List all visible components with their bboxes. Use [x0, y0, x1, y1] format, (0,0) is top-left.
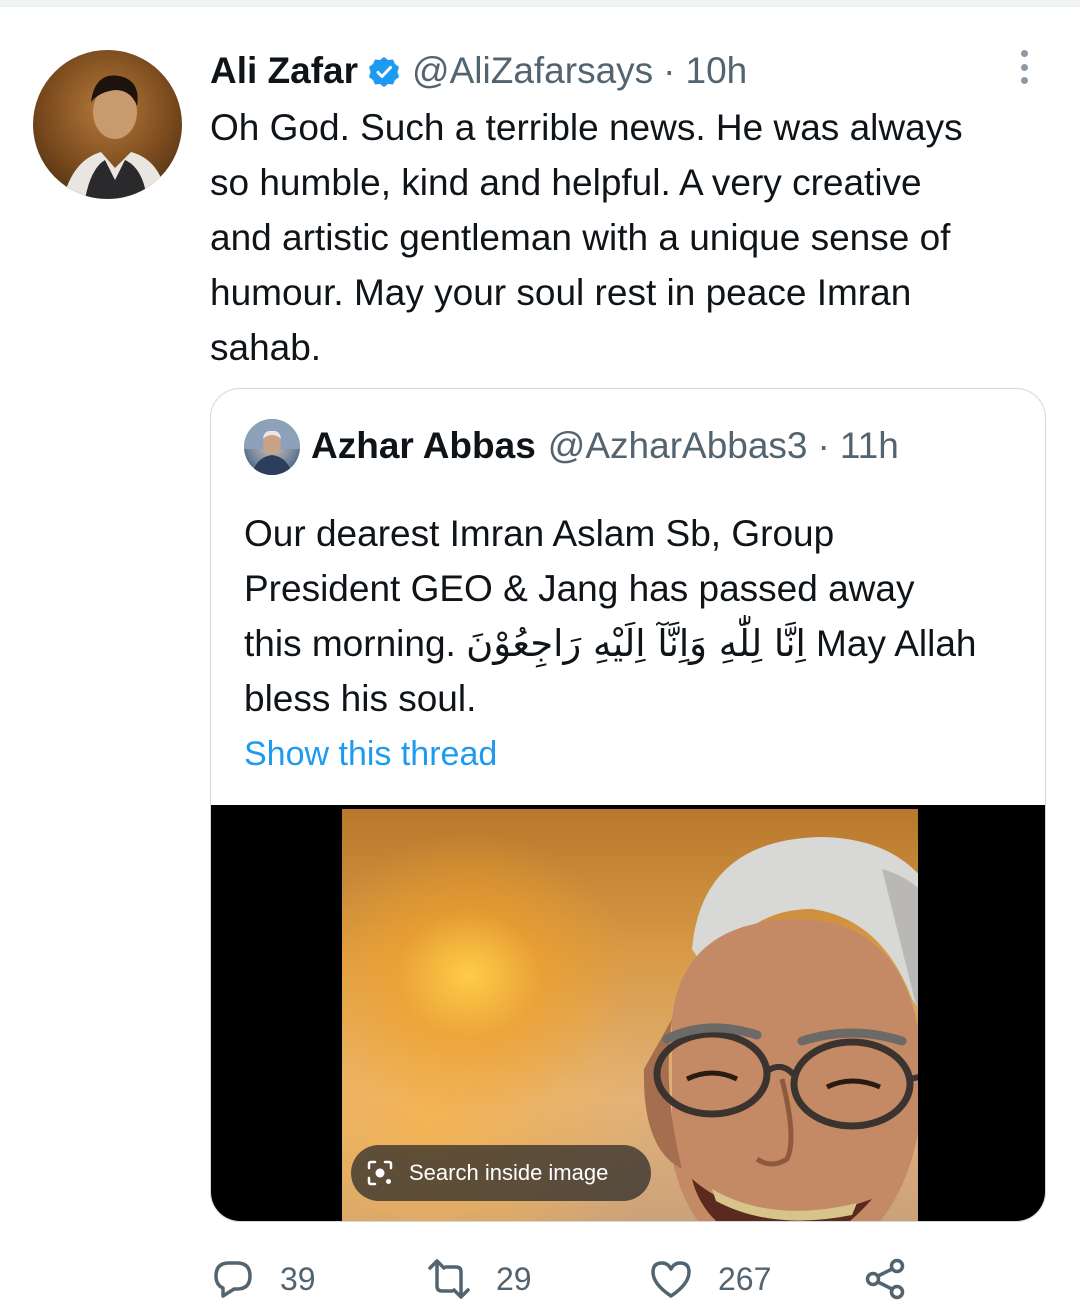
quoted-tweet-text: Our dearest Imran Aslam Sb, Group Presid… [244, 506, 1024, 726]
author-handle[interactable]: @AliZafarsays [412, 50, 653, 92]
lens-icon [367, 1160, 393, 1186]
tweet-timestamp[interactable]: 10h [686, 50, 748, 92]
show-thread-link[interactable]: Show this thread [244, 735, 497, 774]
share-icon [865, 1258, 905, 1300]
more-options-icon[interactable] [1010, 50, 1038, 84]
quoted-timestamp[interactable]: 11h [840, 425, 899, 467]
quoted-arabic-text: اِنَّا لِلّٰهِ وَاِنَّآ اِلَيْهِ رَاجِعُ… [466, 622, 806, 665]
like-count: 267 [718, 1260, 772, 1297]
quoted-header-separator: · [817, 425, 830, 466]
quoted-author-avatar[interactable] [244, 419, 300, 475]
retweet-button[interactable]: 29 [426, 1252, 532, 1306]
share-button[interactable] [862, 1252, 932, 1306]
quoted-author-name[interactable]: Azhar Abbas [311, 425, 536, 467]
quoted-text-fragment: May Allah [805, 623, 977, 664]
like-button[interactable]: 267 [648, 1252, 771, 1306]
action-bar: 39 29 267 [210, 1252, 1050, 1306]
reply-button[interactable]: 39 [210, 1252, 316, 1306]
search-inside-image-label: Search inside image [409, 1160, 609, 1185]
verified-badge-icon [368, 55, 400, 87]
quoted-text-fragment: this morning. [244, 623, 467, 664]
tweet-header: Ali Zafar @AliZafarsays · 10h [210, 48, 747, 94]
quoted-text-line: Our dearest Imran Aslam Sb, Group [244, 513, 835, 554]
reply-count: 39 [280, 1260, 316, 1297]
quoted-tweet-card[interactable]: Azhar Abbas @AzharAbbas3 · 11h Our deare… [210, 388, 1046, 1222]
retweet-count: 29 [496, 1260, 532, 1297]
search-inside-image-button[interactable]: Search inside image [351, 1145, 651, 1201]
quoted-text-line: bless his soul. [244, 678, 477, 719]
tweet-text: Oh God. Such a terrible news. He was alw… [210, 107, 963, 368]
quoted-text-line: President GEO & Jang has passed away [244, 568, 915, 609]
reply-icon [214, 1261, 252, 1298]
header-separator: · [663, 50, 676, 91]
quoted-author-handle[interactable]: @AzharAbbas3 [548, 425, 808, 467]
tweet-page: Ali Zafar @AliZafarsays · 10h Oh God. Su… [0, 0, 1080, 1312]
author-name[interactable]: Ali Zafar [210, 50, 358, 92]
top-divider [0, 0, 1080, 7]
like-icon [651, 1261, 691, 1298]
author-avatar[interactable] [33, 50, 182, 199]
quoted-media[interactable]: Search inside image [211, 805, 1045, 1221]
retweet-icon [428, 1259, 470, 1299]
quoted-header: Azhar Abbas @AzharAbbas3 · 11h [311, 423, 899, 469]
quoted-text-line: this morning. اِنَّا لِلّٰهِ وَاِنَّآ اِ… [244, 616, 1024, 671]
